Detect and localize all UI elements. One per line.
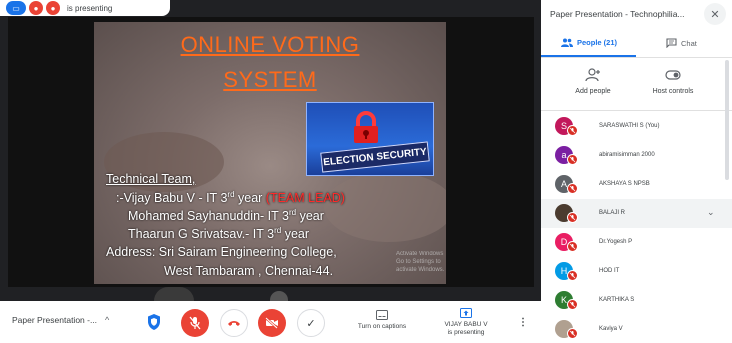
participant-name: AKSHAYA S NPSB [599,181,650,187]
tab-chat-label: Chat [681,38,697,48]
participant-name: SARASWATHI S (You) [599,123,660,129]
mic-off-icon [567,241,578,252]
divider [541,57,732,58]
participant-tile-peek [154,287,194,301]
team-heading: Technical Team, [106,172,196,186]
add-people-label: Add people [575,88,611,95]
participant-row[interactable]: S SARASWATHI S (You) [541,112,732,141]
mic-off-icon [567,212,578,223]
participant-row[interactable]: Kaviya V [541,315,732,343]
chevron-up-icon: ^ [105,315,110,325]
chat-icon [666,38,677,48]
activate-windows-watermark: Activate Windows Go to Settings to activ… [396,251,445,273]
participant-row[interactable]: A AKSHAYA S NPSB [541,170,732,199]
tab-chat[interactable]: Chat [666,38,697,48]
toggle-icon [665,70,681,80]
address-line-1: Address: Sri Sairam Engineering College, [106,245,337,259]
shield-icon[interactable] [146,313,162,331]
host-controls-button[interactable]: Host controls [643,68,703,95]
mic-off-icon [567,270,578,281]
shared-slide: ONLINE VOTING SYSTEM ELECTION SECURITY T… [94,22,446,284]
mic-off-icon [567,183,578,194]
host-controls-label: Host controls [652,88,694,95]
people-panel: Paper Presentation - Technophilia... ✕ P… [541,0,732,343]
present-screen-icon [460,308,472,318]
team-member-3: Thaarun G Srivatsav.- IT 3rd year [128,226,310,242]
participant-name: HOD IT [599,268,620,274]
team-member-2: Mohamed Sayhanuddin- IT 3rd year [128,208,324,224]
slide-background-hand [324,172,446,242]
present-screen-icon[interactable]: ▭ [6,1,26,15]
presenter-name: VIJAY BABU V [444,321,488,328]
meeting-controls-bar: Paper Presentation -... ^ ✓ Turn on capt… [0,301,541,343]
participant-row[interactable]: a abiramisimman 2000 [541,141,732,170]
more-options-button[interactable]: ⋮ [518,317,528,328]
slide-title-line1: ONLINE VOTING [180,32,360,57]
captions-label: Turn on captions [357,323,407,330]
team-lead-label: (TEAM LEAD) [265,191,345,206]
presenting-status-text: is presenting [447,329,485,336]
participant-row[interactable]: BALAJI R ⌄ [541,199,732,228]
participant-name: Kaviya V [599,326,623,332]
chevron-down-icon[interactable]: ⌄ [707,207,715,218]
padlock-icon [354,111,378,143]
mic-off-icon [567,154,578,165]
tab-people-label: People (21) [577,38,618,47]
presenting-bar: ▭ ● ● is presenting [0,0,170,16]
add-person-icon [585,68,600,82]
participant-tile-peek [270,291,288,301]
captions-icon [376,310,388,320]
team-member-1: :-Vijay Babu V - IT 3rd year (TEAM LEAD) [116,190,345,206]
stop-presenting-icon[interactable]: ● [29,1,43,15]
participant-list: S SARASWATHI S (You) a abiramisimman 2000 A A… [541,112,732,343]
leave-call-button[interactable] [220,309,248,337]
address-line-2: West Tambaram , Chennai-44. [164,264,334,278]
meeting-name: Paper Presentation -... [12,315,98,325]
participant-row[interactable]: H HOD IT [541,257,732,286]
mic-off-icon [567,299,578,310]
camera-off-icon [265,317,278,329]
people-icon [561,38,573,47]
slide-title-line2: SYSTEM [223,67,317,92]
microphone-toggle-button[interactable] [181,309,209,337]
mic-off-icon [567,125,578,136]
mic-off-icon [189,316,201,330]
participant-row[interactable]: D Dr.Yogesh P [541,228,732,257]
presentation-stage: ONLINE VOTING SYSTEM ELECTION SECURITY T… [8,17,534,287]
participant-name: Dr.Yogesh P [599,239,633,245]
divider [541,110,732,111]
raise-hand-button[interactable]: ✓ [297,309,325,337]
election-security-image: ELECTION SECURITY [306,102,434,176]
participant-row[interactable]: K KARTHIKA S [541,286,732,315]
close-icon: ✕ [710,8,720,21]
close-panel-button[interactable]: ✕ [704,3,726,25]
meeting-details-button[interactable]: Paper Presentation -... ^ [12,315,109,325]
captions-button[interactable]: Turn on captions [352,310,412,330]
camera-toggle-button[interactable] [258,309,286,337]
mic-off-icon [567,328,578,339]
meet-window: ▭ ● ● is presenting ONLINE VOTING SYSTEM… [0,0,732,343]
panel-title: Paper Presentation - Technophilia... [550,9,685,19]
participant-name: BALAJI R [599,210,626,216]
presenting-status-button[interactable]: VIJAY BABU V is presenting [440,308,492,337]
tab-people[interactable]: People (21) [561,38,617,47]
participant-name: KARTHIKA S [599,297,635,303]
hang-up-icon [228,321,240,326]
presenting-text: is presenting [67,3,113,13]
election-security-banner: ELECTION SECURITY [320,141,430,173]
add-people-button[interactable]: Add people [563,68,623,95]
record-icon[interactable]: ● [46,1,60,15]
participant-name: abiramisimman 2000 [599,152,655,158]
check-icon: ✓ [306,317,316,330]
